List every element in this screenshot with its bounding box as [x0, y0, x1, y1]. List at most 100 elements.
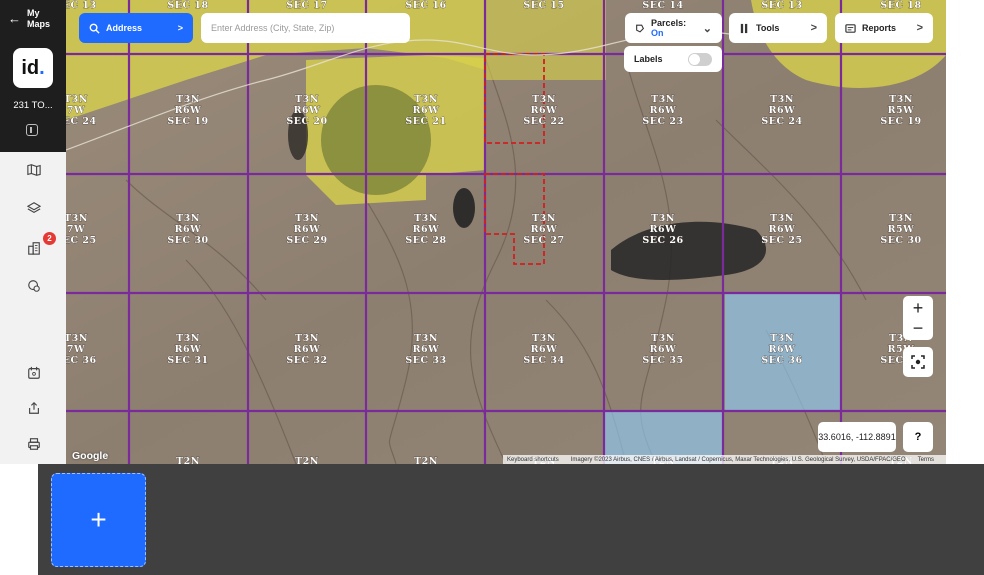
section-label: T3N [414, 213, 438, 224]
section-label: T3N [770, 333, 794, 344]
section-label: T3N [66, 213, 88, 224]
section-label: SEC 20 [286, 116, 327, 127]
section-label: R5W [888, 224, 915, 235]
parcel-shape-icon [636, 24, 645, 33]
map-svg: SEC 13 SEC 18 SEC 17 SEC 16 SEC 15 SEC 14 SEC … [66, 0, 946, 464]
my-maps-label: My Maps [27, 8, 51, 29]
section-label: SEC 34 [523, 355, 564, 366]
section-label: SEC 24 [66, 116, 97, 127]
google-logo: Google [72, 450, 109, 462]
section-label: SEC 36 [66, 355, 97, 366]
section-label: SEC 16 [405, 0, 446, 11]
map-icon[interactable] [26, 162, 42, 178]
section-label: SEC 31 [167, 355, 208, 366]
section-label: SEC 30 [167, 235, 208, 246]
tools-label: Tools [756, 23, 780, 33]
section-label: R6W [294, 105, 321, 116]
section-label: R6W [769, 344, 796, 355]
address-input[interactable] [201, 13, 410, 43]
reports-button[interactable]: Reports > [835, 13, 933, 43]
section-label: 7W [67, 344, 85, 355]
section-label: 7W [67, 105, 85, 116]
labels-toggle-row[interactable]: Labels [624, 46, 722, 72]
section-label: SEC 32 [286, 355, 327, 366]
section-label: T3N [889, 213, 913, 224]
section-label: SEC 21 [405, 116, 446, 127]
labels-toggle[interactable] [688, 52, 712, 66]
section-label: SEC 13 [761, 0, 802, 11]
section-label: R6W [413, 224, 440, 235]
sidebar-header: ← My Maps id. 231 TO... [0, 0, 66, 152]
section-label: T3N [295, 94, 319, 105]
back-to-my-maps[interactable]: ← My Maps [8, 8, 59, 30]
section-label: T3N [66, 94, 88, 105]
locate-icon [911, 355, 925, 369]
section-label: T3N [651, 213, 675, 224]
buildings-icon[interactable] [26, 240, 42, 256]
section-label: SEC 22 [523, 116, 564, 127]
section-label: SEC 18 [167, 0, 208, 11]
section-label: R6W [650, 224, 677, 235]
section-label: T3N [532, 213, 556, 224]
section-label: SEC 14 [642, 0, 683, 11]
section-label: SEC 19 [880, 116, 921, 127]
locate-button[interactable] [903, 347, 933, 377]
section-label: SEC 17 [286, 0, 327, 11]
section-label: R6W [650, 344, 677, 355]
search-icon [89, 23, 100, 34]
section-label: R6W [650, 105, 677, 116]
section-label: R5W [888, 105, 915, 116]
zoom-in-button[interactable]: + [913, 298, 924, 318]
section-label: T3N [414, 333, 438, 344]
bottom-panel [38, 464, 984, 575]
location-settings-icon[interactable] [26, 278, 42, 294]
section-label: SEC 25 [66, 235, 97, 246]
zoom-out-button[interactable]: − [913, 318, 924, 338]
zoom-control: + − [903, 296, 933, 340]
section-label: T3N [651, 333, 675, 344]
section-label: T3N [532, 94, 556, 105]
section-label: SEC 24 [761, 116, 802, 127]
section-label: T3N [651, 94, 675, 105]
section-label: 7W [67, 224, 85, 235]
section-label: SEC 29 [286, 235, 327, 246]
section-label: SEC 15 [523, 0, 564, 11]
section-label: R6W [531, 105, 558, 116]
section-label: T3N [532, 333, 556, 344]
section-label: T3N [176, 213, 200, 224]
parcels-toggle-button[interactable]: Parcels: On ⌄ [625, 13, 722, 43]
map-canvas[interactable]: SEC 13 SEC 18 SEC 17 SEC 16 SEC 15 SEC 14 SEC … [66, 0, 946, 464]
tools-button[interactable]: Tools > [729, 13, 827, 43]
address-button-label: Address [106, 23, 143, 33]
section-label: R6W [769, 224, 796, 235]
tools-icon [740, 23, 748, 33]
help-button[interactable]: ? [903, 422, 933, 452]
add-button[interactable]: + [51, 473, 146, 567]
address-search-button[interactable]: Address > [79, 13, 193, 43]
arrow-left-icon: ← [8, 11, 21, 26]
section-label: T3N [770, 94, 794, 105]
reports-label: Reports [862, 23, 897, 33]
section-label: SEC 19 [167, 116, 208, 127]
section-label: SEC 28 [405, 235, 446, 246]
terms-link[interactable]: Terms [918, 457, 934, 463]
section-label: T3N [889, 94, 913, 105]
parcels-label: Parcels: On [651, 18, 687, 38]
section-label: R6W [175, 105, 202, 116]
parcel-name: 231 TO... [13, 100, 53, 111]
section-label: SEC 27 [523, 235, 564, 246]
section-label: R6W [531, 344, 558, 355]
layers-icon[interactable] [26, 200, 42, 216]
section-label: SEC 13 [66, 0, 97, 11]
share-icon[interactable] [26, 400, 42, 416]
section-label: R6W [413, 105, 440, 116]
section-label: R6W [413, 344, 440, 355]
section-label: R6W [175, 344, 202, 355]
collapse-panel-icon[interactable] [26, 124, 38, 136]
keyboard-shortcuts-link[interactable]: Keyboard shortcuts [507, 457, 559, 463]
section-label: SEC 33 [405, 355, 446, 366]
section-label: T3N [176, 333, 200, 344]
calendar-icon[interactable] [26, 365, 42, 381]
print-icon[interactable] [26, 436, 42, 452]
section-label: SEC 30 [880, 235, 921, 246]
